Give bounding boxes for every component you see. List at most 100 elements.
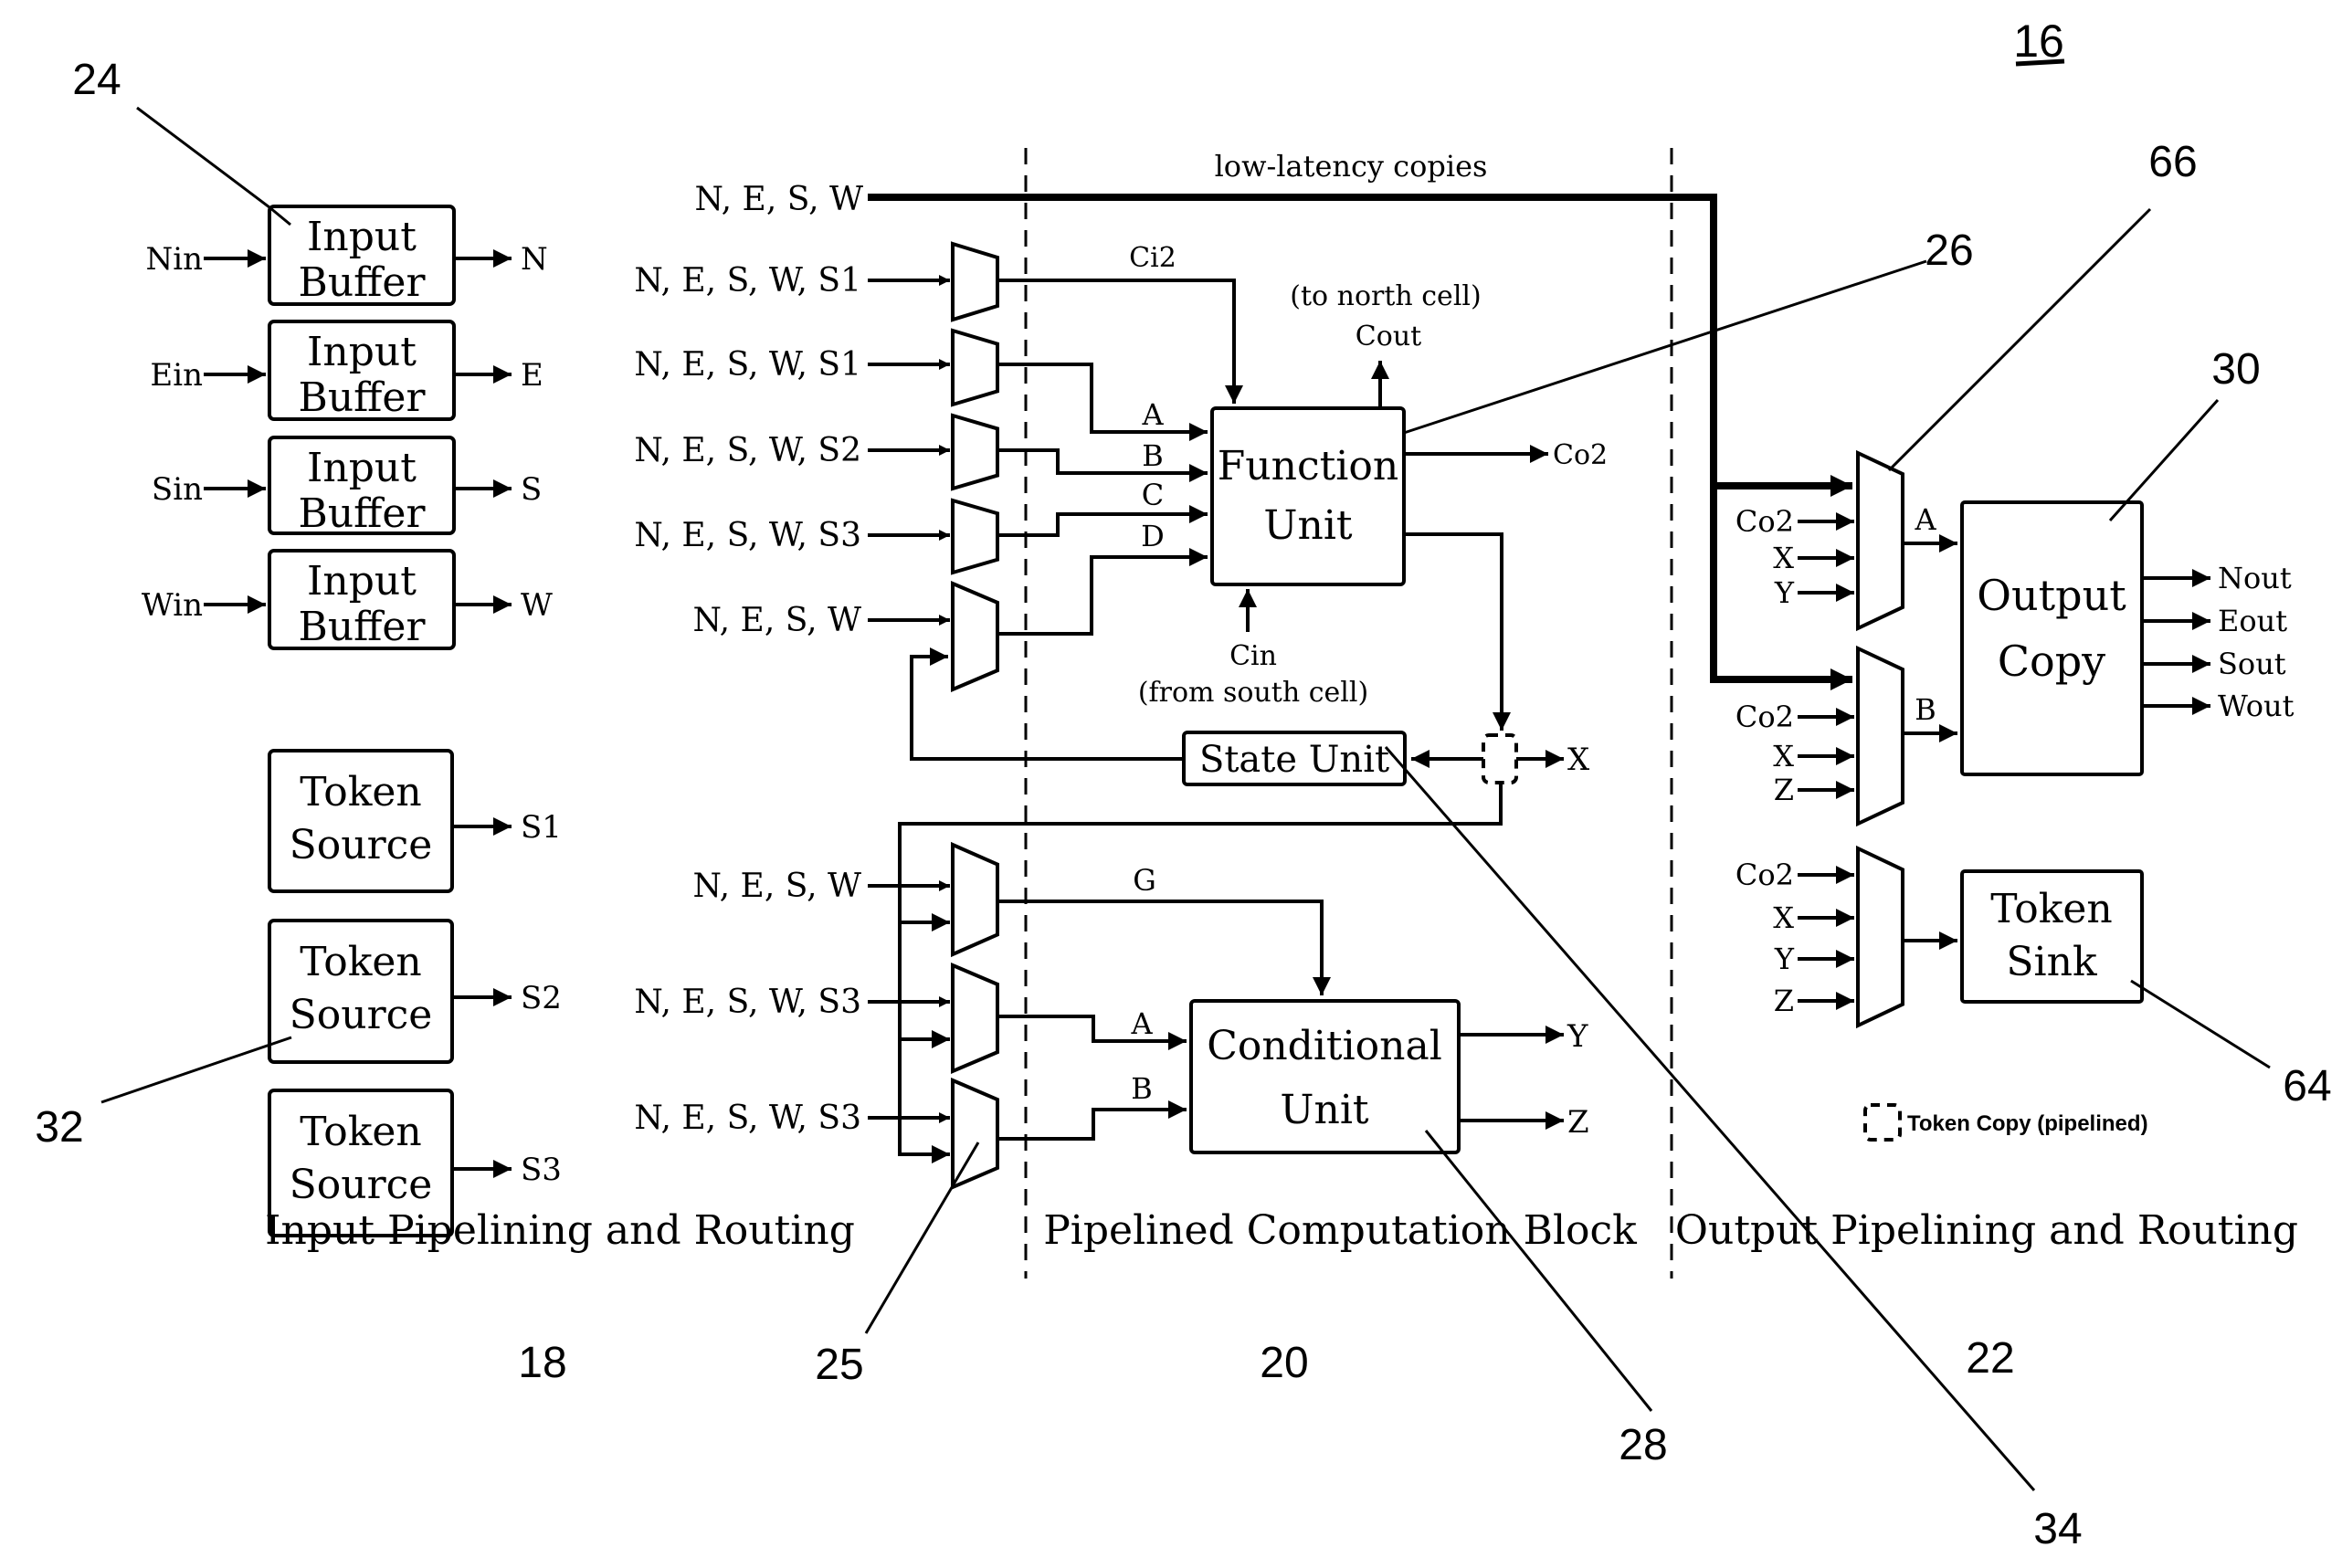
output-copy-port-label: Eout (2218, 604, 2287, 638)
input-buffer: InputBuffer Win W (142, 549, 553, 650)
function-input-mux: N, E, S, W (692, 580, 999, 693)
caption-output: Output Pipelining and Routing (1675, 1207, 2298, 1254)
figure-number: 16 (2013, 16, 2065, 67)
input-buffers: InputBufferNin NInputBufferEin EInputBuffe… (142, 205, 553, 650)
output-signal-a: A (1914, 502, 1936, 537)
function-unit-box (1210, 406, 1406, 586)
token-source-label-1: Token (300, 769, 421, 816)
cout-note: (to north cell) (1290, 280, 1481, 312)
input-buffer: InputBuffer Nin N (145, 205, 548, 306)
output-signal-b: B (1915, 692, 1936, 727)
output-copy-port-label: Sout (2218, 647, 2286, 681)
function-unit: Function Unit Cout (to north cell) Cin (… (1138, 280, 1608, 731)
mux-symbol (951, 328, 999, 407)
conditional-unit-muxes: N, E, S, W N, E, S, W, S3 N, E, S, W, S3 (634, 841, 999, 1191)
z-output-label: Z (1567, 1104, 1589, 1141)
leader-25 (864, 1142, 980, 1334)
mux-symbol (951, 241, 999, 322)
output-mux-input-label: X (1773, 739, 1794, 773)
mux-input-label: N, E, S, W (692, 868, 861, 905)
input-buffer-label-1: Input (307, 558, 417, 605)
ref-30: 30 (2211, 345, 2260, 394)
mux-symbol (951, 841, 999, 958)
function-unit-label-2: Unit (1263, 502, 1352, 549)
function-unit-label-1: Function (1218, 443, 1398, 489)
input-buffer-label-1: Input (307, 445, 417, 491)
wire-b (997, 448, 1208, 482)
input-buffer: InputBuffer Sin S (152, 436, 542, 537)
mux-input-label: N, E, S, W, S3 (634, 984, 861, 1021)
token-source-label-1: Token (300, 939, 421, 985)
wire-ci2 (997, 279, 1243, 404)
function-input-mux: N, E, S, W, S3 (634, 498, 999, 575)
signal-label-c: C (1142, 478, 1164, 512)
output-copy-port-label: Nout (2218, 561, 2292, 595)
conditional-unit: Conditional Unit Y Z (1189, 999, 1589, 1154)
mux-symbol (1856, 845, 1904, 1029)
wire-fu-to-token-copy (1404, 532, 1511, 731)
token-source-label-1: Token (300, 1109, 421, 1155)
input-buffer: InputBuffer Ein E (150, 320, 543, 421)
bus-label: low-latency copies (1215, 149, 1488, 184)
wire-a (997, 363, 1208, 441)
token-output-label: S1 (521, 809, 562, 846)
input-buffer-label-2: Buffer (298, 374, 426, 421)
output-mux: Co2 XZ (1735, 645, 1904, 827)
ref-output-region: 22 (1966, 1334, 2014, 1383)
legend: Token Copy (pipelined) (1863, 1103, 2148, 1142)
input-buffer-label-2: Buffer (298, 604, 426, 650)
y-output-label: Y (1567, 1018, 1588, 1055)
token-source-label-2: Source (290, 822, 433, 868)
leader-28 (1424, 1130, 1653, 1412)
output-mux-input-label: Co2 (1735, 858, 1794, 892)
mux-symbol (951, 580, 999, 693)
figure-number-underline (2015, 58, 2065, 67)
ref-24: 24 (72, 56, 121, 104)
ref-input-region: 18 (518, 1339, 566, 1387)
legend-token-copy-label: Token Copy (pipelined) (1907, 1111, 2148, 1136)
x-output-label: X (1567, 742, 1590, 778)
output-mux-input-label: Co2 (1735, 504, 1794, 539)
signal-label-d: D (1141, 519, 1165, 553)
conditional-unit-label-1: Conditional (1207, 1023, 1442, 1069)
signal-label-g: G (1133, 863, 1156, 898)
token-copy-symbol (1482, 733, 1518, 784)
function-unit-muxes: N, E, S, W, S1 N, E, S, W, S1 N, E, S, W, … (634, 241, 999, 693)
output-copy-outputs: Nout Eout Sout Wout (2142, 561, 2295, 723)
leader-24 (136, 106, 291, 226)
mux-symbol (951, 413, 999, 491)
input-port-label: Win (142, 587, 203, 624)
signal-label-b: B (1142, 438, 1164, 473)
function-input-mux: N, E, S, W, S1 (634, 328, 999, 407)
output-mux-input-label: Co2 (1735, 700, 1794, 734)
ref-28: 28 (1619, 1421, 1667, 1469)
output-port-label: N (521, 241, 548, 278)
output-copy-label-1: Output (1977, 571, 2126, 620)
input-buffer-label-1: Input (307, 329, 417, 375)
output-mux-input-label: X (1773, 900, 1794, 935)
signal-label-cond-a: A (1130, 1006, 1153, 1041)
output-mux-input-label: Y (1774, 942, 1795, 976)
signal-label-cond-b: B (1131, 1071, 1153, 1106)
mux-symbol (951, 962, 999, 1075)
token-sources: Token Source S1 Token Source S2 Token Source S3 (268, 749, 562, 1237)
output-copy: A B Output Copy Nout Eout Sout Wout (1901, 500, 2295, 776)
figure-number-text: 16 (2013, 16, 2064, 67)
input-port-label: Sin (152, 471, 203, 508)
ref-25: 25 (815, 1341, 863, 1389)
output-mux-input-label: X (1773, 541, 1794, 575)
leader-32 (100, 1036, 292, 1104)
ref-66: 66 (2148, 138, 2197, 186)
signal-label-ci2: Ci2 (1129, 242, 1176, 274)
input-buffer-label-2: Buffer (298, 490, 426, 537)
mux-input-label: N, E, S, W (692, 602, 861, 639)
mux-symbol (951, 1077, 999, 1191)
mux-input-label: N, E, S, W, S1 (634, 262, 861, 300)
caption-input: Input Pipelining and Routing (265, 1207, 855, 1254)
input-port-label: Ein (150, 357, 203, 394)
token-sink-label-1: Token (1990, 886, 2112, 932)
token-source: Token Source S2 (268, 919, 562, 1064)
wire-c (997, 505, 1208, 537)
mux-symbol (1856, 645, 1904, 827)
output-port-label: S (521, 471, 542, 508)
